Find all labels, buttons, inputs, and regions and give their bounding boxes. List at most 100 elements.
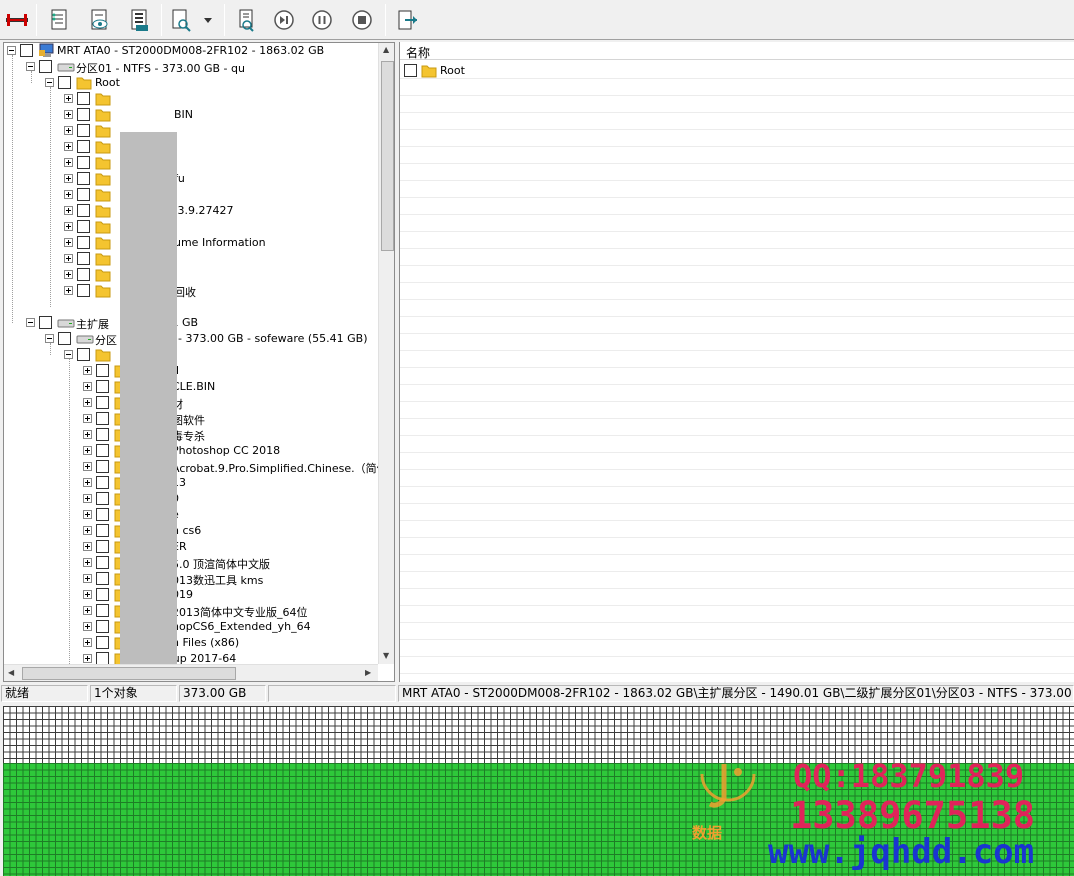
view-file-icon[interactable]: [84, 5, 114, 35]
expand-icon[interactable]: [83, 558, 92, 567]
expand-icon[interactable]: [83, 478, 92, 487]
checkbox[interactable]: [77, 204, 90, 217]
expand-icon[interactable]: [64, 238, 73, 247]
checkbox[interactable]: [96, 476, 109, 489]
expand-icon[interactable]: [83, 606, 92, 615]
scroll-right-icon[interactable]: ▶: [365, 668, 371, 677]
tree-horizontal-scrollbar[interactable]: ◀ ▶: [4, 664, 378, 681]
watermark-logo: 数据: [688, 758, 768, 846]
checkbox[interactable]: [96, 380, 109, 393]
checkbox[interactable]: [96, 412, 109, 425]
checkbox[interactable]: [96, 588, 109, 601]
stop-icon[interactable]: [347, 5, 377, 35]
checkbox[interactable]: [96, 460, 109, 473]
checkbox[interactable]: [58, 332, 71, 345]
collapse-icon[interactable]: [26, 318, 35, 327]
checkbox[interactable]: [77, 172, 90, 185]
scan-log-icon[interactable]: [44, 5, 74, 35]
column-header-name[interactable]: 名称: [400, 42, 1074, 60]
checkbox[interactable]: [96, 620, 109, 633]
expand-icon[interactable]: [83, 526, 92, 535]
scroll-down-icon[interactable]: ▼: [383, 651, 389, 660]
checkbox[interactable]: [77, 156, 90, 169]
checkbox[interactable]: [77, 236, 90, 249]
collapse-icon[interactable]: [64, 350, 73, 359]
expand-icon[interactable]: [83, 462, 92, 471]
scroll-thumb[interactable]: [381, 61, 394, 251]
expand-icon[interactable]: [64, 254, 73, 263]
checkbox[interactable]: [96, 604, 109, 617]
expand-icon[interactable]: [83, 494, 92, 503]
exit-icon[interactable]: [392, 5, 422, 35]
checkbox[interactable]: [77, 140, 90, 153]
expand-icon[interactable]: [64, 286, 73, 295]
checkbox[interactable]: [96, 524, 109, 537]
checkbox[interactable]: [77, 284, 90, 297]
expand-icon[interactable]: [83, 574, 92, 583]
checkbox[interactable]: [96, 428, 109, 441]
file-list[interactable]: 名称 Root: [399, 42, 1074, 682]
expand-icon[interactable]: [83, 430, 92, 439]
expand-icon[interactable]: [64, 94, 73, 103]
collapse-icon[interactable]: [26, 62, 35, 71]
checkbox[interactable]: [96, 508, 109, 521]
find-file-icon[interactable]: [231, 5, 261, 35]
tree-item-label: 主扩展: [76, 318, 109, 331]
expand-icon[interactable]: [64, 222, 73, 231]
checkbox[interactable]: [77, 268, 90, 281]
checkbox[interactable]: [404, 64, 417, 77]
scroll-left-icon[interactable]: ◀: [8, 668, 14, 677]
checkbox[interactable]: [77, 188, 90, 201]
scroll-thumb[interactable]: [22, 667, 236, 680]
checkbox[interactable]: [96, 540, 109, 553]
expand-icon[interactable]: [64, 206, 73, 215]
expand-icon[interactable]: [83, 398, 92, 407]
expand-icon[interactable]: [64, 190, 73, 199]
expand-icon[interactable]: [83, 654, 92, 663]
checkbox[interactable]: [39, 316, 52, 329]
list-view-icon[interactable]: [124, 5, 154, 35]
expand-icon[interactable]: [83, 542, 92, 551]
expand-icon[interactable]: [83, 382, 92, 391]
expand-icon[interactable]: [64, 270, 73, 279]
expand-icon[interactable]: [83, 622, 92, 631]
pause-icon[interactable]: [307, 5, 337, 35]
expand-icon[interactable]: [64, 110, 73, 119]
checkbox[interactable]: [77, 348, 90, 361]
expand-icon[interactable]: [64, 142, 73, 151]
expand-icon[interactable]: [83, 446, 92, 455]
tree-vertical-scrollbar[interactable]: ▲ ▼: [378, 43, 394, 664]
checkbox[interactable]: [96, 364, 109, 377]
scroll-up-icon[interactable]: ▲: [383, 45, 389, 54]
expand-icon[interactable]: [83, 590, 92, 599]
expand-icon[interactable]: [64, 158, 73, 167]
collapse-icon[interactable]: [45, 334, 54, 343]
checkbox[interactable]: [77, 108, 90, 121]
search-icon[interactable]: [166, 5, 196, 35]
checkbox[interactable]: [96, 396, 109, 409]
skip-icon[interactable]: [269, 5, 299, 35]
checkbox[interactable]: [96, 636, 109, 649]
collapse-icon[interactable]: [45, 78, 54, 87]
expand-icon[interactable]: [83, 510, 92, 519]
expand-icon[interactable]: [83, 638, 92, 647]
expand-icon[interactable]: [64, 174, 73, 183]
checkbox[interactable]: [20, 44, 33, 57]
checkbox[interactable]: [96, 572, 109, 585]
checkbox[interactable]: [77, 252, 90, 265]
dropdown-arrow-icon[interactable]: [198, 5, 218, 35]
folder-tree[interactable]: MRT ATA0 - ST2000DM008-2FR102 - 1863.02 …: [3, 42, 395, 682]
checkbox[interactable]: [77, 124, 90, 137]
checkbox[interactable]: [77, 92, 90, 105]
collapse-icon[interactable]: [7, 46, 16, 55]
checkbox[interactable]: [96, 444, 109, 457]
expand-icon[interactable]: [64, 126, 73, 135]
disk-icon[interactable]: [2, 5, 32, 35]
checkbox[interactable]: [96, 556, 109, 569]
checkbox[interactable]: [39, 60, 52, 73]
checkbox[interactable]: [96, 492, 109, 505]
checkbox[interactable]: [58, 76, 71, 89]
expand-icon[interactable]: [83, 366, 92, 375]
expand-icon[interactable]: [83, 414, 92, 423]
checkbox[interactable]: [77, 220, 90, 233]
